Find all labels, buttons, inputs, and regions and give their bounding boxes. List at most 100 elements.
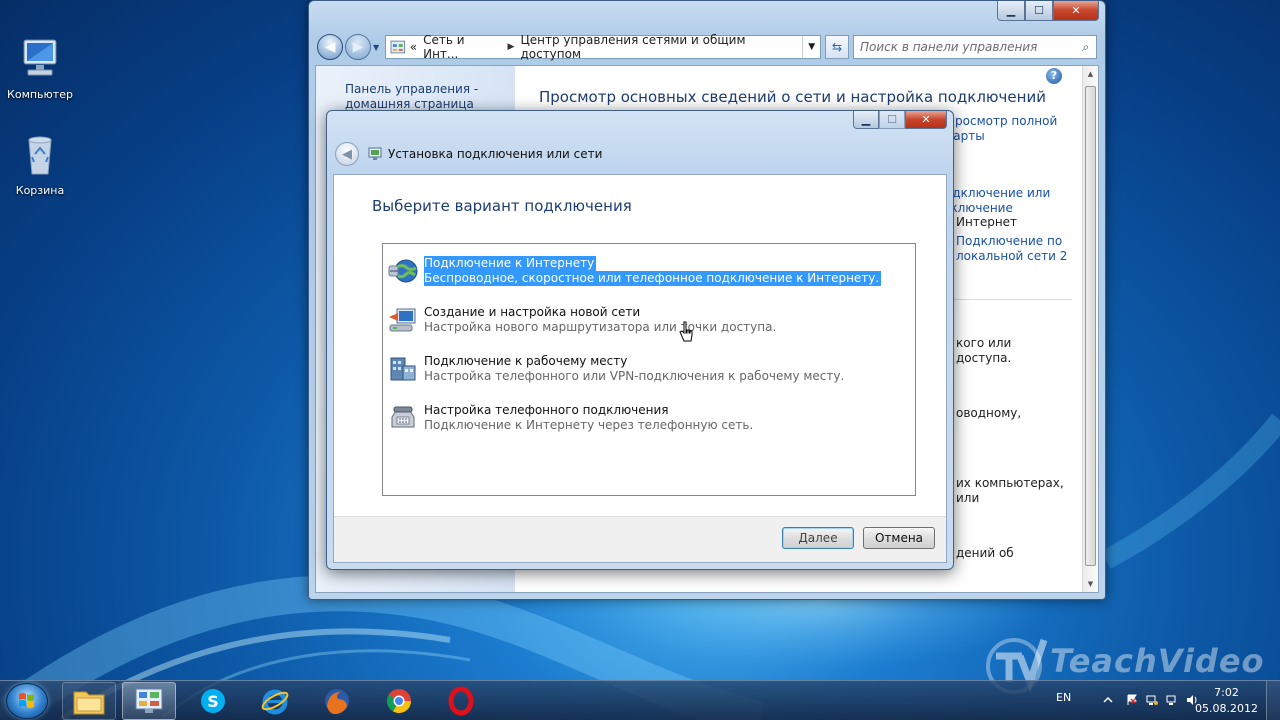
option-new-network[interactable]: Создание и настройка новой сети Настройк…: [387, 301, 907, 337]
scroll-up-icon[interactable]: ▲: [1083, 66, 1098, 82]
option-description: Подключение к Интернету через телефонную…: [424, 418, 754, 432]
section-divider: [946, 299, 1072, 300]
control-panel-icon: [390, 40, 406, 54]
search-input[interactable]: Поиск в панели управления ⌕: [853, 35, 1097, 59]
full-map-link[interactable]: Просмотр полной карты: [946, 114, 1082, 144]
network-status-icon[interactable]: [1166, 694, 1178, 706]
desktop-icon-computer[interactable]: Компьютер: [0, 34, 80, 101]
dialog-maximize-button[interactable]: ☐: [879, 111, 905, 129]
desktop-icon-recycle-bin[interactable]: Корзина: [0, 130, 80, 197]
phone-icon: [391, 406, 415, 428]
computer-icon: [23, 39, 57, 76]
minimize-button[interactable]: ▁: [997, 1, 1025, 21]
language-indicator[interactable]: EN: [1056, 691, 1071, 704]
option-title: Настройка телефонного подключения: [424, 403, 669, 417]
mouse-cursor-icon: [679, 321, 693, 342]
windows-logo-icon: [19, 693, 34, 708]
breadcrumb-separator-icon[interactable]: ▶: [508, 42, 515, 52]
connection-setup-dialog: ▁ ☐ ✕ ◀ Установка подключения или сети В…: [326, 110, 954, 570]
show-desktop-button[interactable]: [1266, 681, 1280, 720]
dialog-footer: Далее Отмена: [334, 516, 946, 562]
partial-text-4: дений об: [956, 546, 1014, 560]
opera-icon: [448, 686, 474, 716]
network-setup-title-icon: [368, 147, 382, 160]
partial-text-1: кого или доступа.: [956, 336, 1012, 365]
skype-icon: S: [201, 689, 225, 713]
breadcrumb-root-chevron-icon[interactable]: «: [410, 40, 417, 54]
option-dialup[interactable]: Настройка телефонного подключения Подклю…: [387, 399, 907, 435]
search-icon[interactable]: ⌕: [1074, 40, 1096, 55]
dialog-close-button[interactable]: ✕: [905, 111, 947, 129]
taskbar-internet-explorer[interactable]: [248, 682, 302, 720]
vertical-scrollbar[interactable]: ▲ ▼: [1082, 66, 1098, 592]
desktop-icon-label: Корзина: [15, 184, 65, 197]
taskbar-chrome[interactable]: [372, 682, 426, 720]
connect-disconnect-link[interactable]: Подключение или отключение: [936, 186, 1082, 216]
page-title: Просмотр основных сведений о сети и наст…: [539, 88, 1046, 106]
forward-button[interactable]: ▶: [345, 34, 371, 60]
network-status-icon[interactable]: [1146, 694, 1158, 706]
back-button[interactable]: ◀: [317, 34, 343, 60]
option-title: Подключение к Интернету: [424, 256, 597, 271]
workplace-icon: [390, 357, 416, 381]
desktop-icon-label: Компьютер: [7, 88, 73, 101]
partial-text-3: их компьютерах, или: [956, 476, 1064, 505]
close-button[interactable]: ✕: [1053, 1, 1099, 21]
maximize-button[interactable]: ☐: [1025, 1, 1053, 21]
clock-time: 7:02: [1214, 686, 1239, 699]
dialog-body: Выберите вариант подключения Подключение…: [333, 174, 947, 563]
option-title: Подключение к рабочему месту: [424, 354, 628, 368]
connection-options-list[interactable]: Подключение к Интернету Беспроводное, ск…: [382, 243, 916, 496]
control-panel-home-link[interactable]: Панель управления - домашняя страница: [345, 82, 478, 112]
recent-pages-chevron-icon[interactable]: ▼: [373, 43, 379, 52]
globe-icon: [388, 259, 418, 283]
address-bar[interactable]: « Сеть и Инт... ▶ Центр управления сетям…: [385, 33, 821, 61]
start-button[interactable]: [6, 683, 48, 719]
dialog-back-button[interactable]: ◀: [335, 142, 359, 166]
connection-link[interactable]: Подключение по локальной сети 2: [956, 234, 1067, 264]
address-dropdown-icon[interactable]: ▼: [802, 36, 820, 58]
taskbar-firefox[interactable]: [310, 682, 364, 720]
watermark-brand: TeachVideo: [1050, 642, 1265, 680]
access-type-value: Интернет: [956, 215, 1018, 229]
system-clock[interactable]: 7:02 05.08.2012: [1195, 685, 1258, 717]
scroll-thumb[interactable]: [1085, 86, 1096, 566]
partial-text-2: оводному,: [956, 406, 1022, 420]
taskbar: S EN 7:02 05.08.2012: [0, 680, 1280, 720]
scroll-down-icon[interactable]: ▼: [1083, 576, 1098, 592]
window-controls: ▁ ☐ ✕: [997, 1, 1099, 21]
chrome-icon: [386, 689, 411, 714]
system-tray: EN 7:02 05.08.2012: [1030, 681, 1280, 720]
refresh-button[interactable]: ⇆: [825, 35, 849, 59]
help-icon[interactable]: ?: [1046, 68, 1062, 84]
clock-date: 05.08.2012: [1195, 702, 1258, 715]
taskbar-control-panel[interactable]: [122, 682, 176, 720]
dialog-header: ◀ Установка подключения или сети: [335, 142, 602, 166]
tray-expand-icon[interactable]: [1102, 694, 1114, 706]
firefox-icon: [325, 689, 349, 714]
dialog-window-controls: ▁ ☐ ✕: [853, 111, 947, 129]
option-internet[interactable]: Подключение к Интернету Беспроводное, ск…: [387, 252, 907, 288]
option-title: Создание и настройка новой сети: [424, 305, 641, 319]
explorer-icon: [73, 691, 105, 715]
svg-text:S: S: [207, 692, 219, 711]
option-workplace[interactable]: Подключение к рабочему месту Настройка т…: [387, 350, 907, 386]
action-center-flag-icon[interactable]: [1126, 694, 1138, 706]
recycle-bin-icon: [28, 136, 52, 175]
navigation-bar: ◀ ▶ ▼ « Сеть и Инт... ▶ Центр управления…: [317, 33, 1097, 61]
option-description: Настройка телефонного или VPN-подключени…: [424, 369, 845, 383]
next-button[interactable]: Далее: [782, 527, 854, 549]
control-panel-icon: [135, 688, 163, 713]
taskbar-explorer[interactable]: [62, 682, 116, 720]
breadcrumb-network-internet[interactable]: Сеть и Инт...: [423, 33, 501, 61]
network-setup-icon: [389, 308, 416, 332]
ie-icon: [261, 689, 289, 715]
breadcrumb-network-center[interactable]: Центр управления сетями и общим доступом: [520, 33, 802, 61]
dialog-minimize-button[interactable]: ▁: [853, 111, 879, 129]
cancel-button[interactable]: Отмена: [863, 527, 935, 549]
option-description: Настройка нового маршрутизатора или точк…: [424, 320, 777, 334]
dialog-title: Установка подключения или сети: [367, 146, 602, 162]
option-description: Беспроводное, скоростное или телефонное …: [424, 271, 882, 286]
taskbar-skype[interactable]: S: [186, 682, 240, 720]
taskbar-opera[interactable]: [434, 682, 488, 720]
